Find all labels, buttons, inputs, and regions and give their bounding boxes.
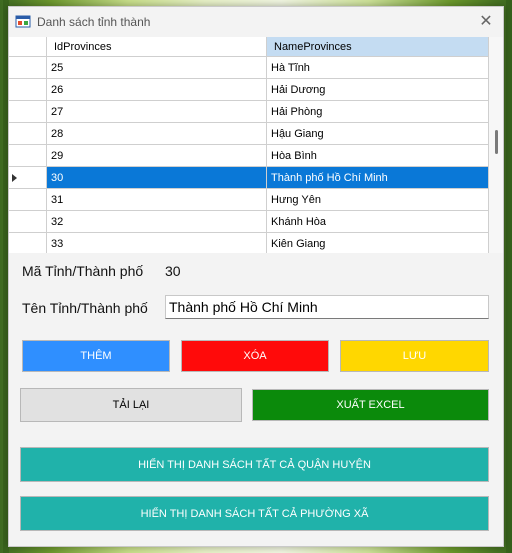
app-icon [15,15,31,28]
table-row[interactable]: 29 Hòa Bình [9,145,489,167]
ma-value: 30 [165,263,181,279]
reload-button[interactable]: TẢI LẠI [20,388,242,422]
table-row[interactable]: 27 Hải Phòng [9,101,489,123]
scrollbar-thumb[interactable] [495,130,498,154]
cell-id[interactable]: 32 [47,211,267,233]
table-row[interactable]: 26 Hải Dương [9,79,489,101]
cell-id[interactable]: 25 [47,57,267,79]
cell-name[interactable]: Hải Phòng [267,101,489,123]
background-bamboo [506,0,512,553]
cell-id[interactable]: 33 [47,233,267,253]
row-header[interactable] [9,101,47,123]
cell-id[interactable]: 28 [47,123,267,145]
row-header[interactable] [9,211,47,233]
cell-id[interactable]: 31 [47,189,267,211]
cell-id[interactable]: 29 [47,145,267,167]
cell-name[interactable]: Hải Dương [267,79,489,101]
cell-name[interactable]: Kiên Giang [267,233,489,253]
cell-id[interactable]: 26 [47,79,267,101]
cell-name[interactable]: Hà Tĩnh [267,57,489,79]
column-header-idprovinces[interactable]: IdProvinces [47,37,267,57]
show-districts-button[interactable]: HIỂN THỊ DANH SÁCH TẤT CẢ QUẬN HUYỆN [20,447,489,482]
row-header[interactable] [9,145,47,167]
table-row[interactable]: 28 Hậu Giang [9,123,489,145]
grid-header: IdProvinces NameProvinces [9,37,489,57]
row-header-corner [9,37,47,57]
cell-name[interactable]: Hưng Yên [267,189,489,211]
provinces-grid[interactable]: IdProvinces NameProvinces 25 Hà Tĩnh 26 … [9,37,503,253]
close-button[interactable]: ✕ [473,9,499,35]
ten-input[interactable]: Thành phố Hồ Chí Minh [165,295,489,319]
row-header[interactable] [9,167,47,189]
cell-id[interactable]: 27 [47,101,267,123]
save-button[interactable]: LƯU [340,340,489,372]
table-row[interactable]: 31 Hưng Yên [9,189,489,211]
main-window: Danh sách tỉnh thành ✕ IdProvinces NameP… [8,6,504,547]
table-row[interactable]: 32 Khánh Hòa [9,211,489,233]
table-row-selected[interactable]: 30 Thành phố Hồ Chí Minh [9,167,489,189]
ma-label: Mã Tỉnh/Thành phố [22,263,144,279]
row-header[interactable] [9,79,47,101]
cell-name[interactable]: Hòa Bình [267,145,489,167]
row-header[interactable] [9,189,47,211]
delete-button[interactable]: XÓA [181,340,329,372]
table-row[interactable]: 33 Kiên Giang [9,233,489,253]
cell-name[interactable]: Thành phố Hồ Chí Minh [267,167,489,189]
cell-name[interactable]: Khánh Hòa [267,211,489,233]
vertical-scrollbar[interactable] [489,37,503,253]
current-row-arrow-icon [12,174,17,182]
show-wards-button[interactable]: HIỂN THỊ DANH SÁCH TẤT CẢ PHƯỜNG XÃ [20,496,489,531]
ten-label: Tên Tỉnh/Thành phố [22,300,148,316]
row-header[interactable] [9,233,47,253]
column-header-nameprovinces[interactable]: NameProvinces [267,37,489,57]
cell-id[interactable]: 30 [47,167,267,189]
table-row[interactable]: 25 Hà Tĩnh [9,57,489,79]
row-header[interactable] [9,57,47,79]
add-button[interactable]: THÊM [22,340,170,372]
title-bar: Danh sách tỉnh thành ✕ [9,7,503,37]
window-title: Danh sách tỉnh thành [37,15,151,29]
row-header[interactable] [9,123,47,145]
cell-name[interactable]: Hậu Giang [267,123,489,145]
export-excel-button[interactable]: XUẤT EXCEL [252,389,489,421]
